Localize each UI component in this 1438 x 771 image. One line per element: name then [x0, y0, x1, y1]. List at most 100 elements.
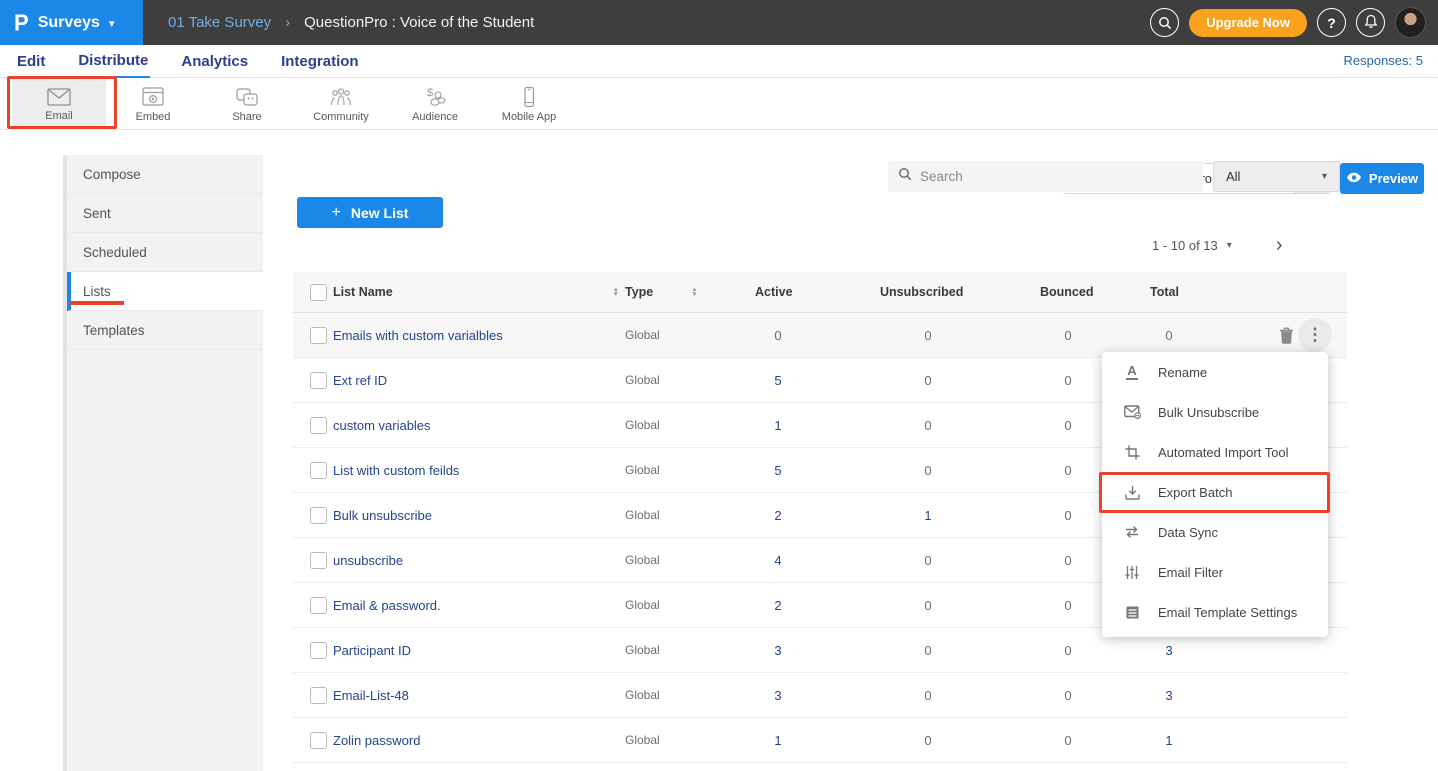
upgrade-now-button[interactable]: Upgrade Now: [1189, 9, 1307, 37]
toolbar-item-share[interactable]: Share: [200, 78, 294, 130]
menu-item-email-filter[interactable]: Email Filter: [1102, 552, 1328, 592]
unsubscribed-count: 0: [880, 418, 976, 433]
sidebar-item-compose[interactable]: Compose: [67, 155, 263, 194]
sort-icon[interactable]: ▲▼: [691, 287, 697, 297]
list-filter-dropdown[interactable]: All ▾: [1213, 161, 1340, 192]
active-count[interactable]: 2: [755, 508, 801, 523]
distribute-toolbar: Email Embed Share Community $ Audience: [0, 78, 1438, 130]
row-checkbox[interactable]: [310, 417, 327, 434]
filter-value: All: [1226, 169, 1240, 184]
sidebar-item-sent[interactable]: Sent: [67, 194, 263, 233]
list-name-link[interactable]: Ext ref ID: [333, 373, 387, 388]
list-name-link[interactable]: List with custom feilds: [333, 463, 459, 478]
sidebar-item-lists[interactable]: Lists: [67, 272, 263, 311]
active-count[interactable]: 1: [755, 418, 801, 433]
active-count[interactable]: 5: [755, 373, 801, 388]
active-count[interactable]: 1: [755, 733, 801, 748]
menu-item-automated-import-tool[interactable]: Automated Import Tool: [1102, 432, 1328, 472]
breadcrumb-separator-icon: ›: [285, 14, 290, 31]
row-menu-button[interactable]: ⋮: [1298, 318, 1332, 352]
header-actions: Upgrade Now ?: [1150, 0, 1426, 45]
unsubscribed-count[interactable]: 1: [880, 508, 976, 523]
column-active: Active: [755, 285, 880, 299]
list-name-link[interactable]: unsubscribe: [333, 553, 403, 568]
table-header: List Name ▲▼ Type ▲▼ Active Unsubscribed…: [293, 272, 1347, 313]
email-icon: [46, 87, 72, 107]
help-button[interactable]: ?: [1317, 8, 1346, 37]
active-count[interactable]: 4: [755, 553, 801, 568]
list-name-link[interactable]: custom variables: [333, 418, 431, 433]
menu-item-bulk-unsubscribe[interactable]: Bulk Unsubscribe: [1102, 392, 1328, 432]
menu-item-data-sync[interactable]: Data Sync: [1102, 512, 1328, 552]
breadcrumb-survey-link[interactable]: 01 Take Survey: [168, 14, 271, 31]
active-count[interactable]: 2: [755, 598, 801, 613]
sort-icon[interactable]: ▲▼: [613, 287, 619, 297]
list-name-link[interactable]: Email-List-48: [333, 688, 409, 703]
row-checkbox[interactable]: [310, 552, 327, 569]
row-checkbox[interactable]: [310, 642, 327, 659]
toolbar-item-audience[interactable]: $ Audience: [388, 78, 482, 130]
delete-list-button[interactable]: [1279, 327, 1294, 344]
email-sidebar: Compose Sent Scheduled Lists Templates: [63, 155, 263, 771]
row-checkbox[interactable]: [310, 597, 327, 614]
total-count: 0: [1150, 328, 1188, 343]
active-count[interactable]: 5: [755, 463, 801, 478]
preview-button[interactable]: Preview: [1340, 163, 1424, 194]
toolbar-label: Community: [313, 111, 369, 123]
tab-distribute[interactable]: Distribute: [76, 45, 150, 78]
tab-integration[interactable]: Integration: [279, 45, 361, 78]
toolbar-item-email[interactable]: Email: [12, 78, 106, 130]
menu-item-email-template-settings[interactable]: Email Template Settings: [1102, 592, 1328, 632]
active-count[interactable]: 3: [755, 688, 801, 703]
bell-icon: [1364, 14, 1378, 32]
menu-item-rename[interactable]: A Rename: [1102, 352, 1328, 392]
sidebar-item-templates[interactable]: Templates: [67, 311, 263, 350]
active-count: 0: [755, 328, 801, 343]
community-icon: [328, 86, 354, 108]
pagination-range: 1 - 10 of 13: [1152, 238, 1218, 253]
tab-analytics[interactable]: Analytics: [179, 45, 250, 78]
unsubscribed-count: 0: [880, 373, 976, 388]
list-name-link[interactable]: Bulk unsubscribe: [333, 508, 432, 523]
list-name-link[interactable]: Zolin password: [333, 733, 420, 748]
notifications-button[interactable]: [1356, 8, 1385, 37]
svg-text:$: $: [427, 87, 433, 99]
unsubscribed-count: 0: [880, 553, 976, 568]
bounced-count: 0: [1040, 418, 1096, 433]
list-name-link[interactable]: Emails with custom varialbles: [333, 328, 503, 343]
table-row: Zolin password Global 1 0 0 1: [293, 718, 1347, 763]
select-all-checkbox[interactable]: [310, 284, 327, 301]
menu-item-export-batch[interactable]: Export Batch: [1102, 472, 1328, 512]
toolbar-item-embed[interactable]: Embed: [106, 78, 200, 130]
global-search-button[interactable]: [1150, 8, 1179, 37]
row-checkbox[interactable]: [310, 507, 327, 524]
product-name: Surveys: [38, 14, 100, 32]
row-checkbox[interactable]: [310, 687, 327, 704]
toolbar-label: Embed: [136, 111, 171, 123]
row-checkbox[interactable]: [310, 462, 327, 479]
pagination: 1 - 10 of 13 ▾ ›: [1152, 234, 1282, 257]
pagination-range-dropdown[interactable]: 1 - 10 of 13 ▾: [1152, 238, 1232, 253]
next-page-button[interactable]: ›: [1276, 234, 1283, 257]
email-filter-icon: [1123, 565, 1141, 580]
responses-count[interactable]: Responses: 5: [1344, 53, 1424, 68]
bounced-count: 0: [1040, 733, 1096, 748]
tab-edit[interactable]: Edit: [15, 45, 47, 78]
surveys-menu-button[interactable]: P Surveys ▾: [0, 0, 143, 45]
user-avatar[interactable]: [1395, 7, 1426, 38]
row-checkbox[interactable]: [310, 732, 327, 749]
active-count[interactable]: 3: [755, 643, 801, 658]
row-checkbox[interactable]: [310, 327, 327, 344]
total-count[interactable]: 3: [1150, 643, 1188, 658]
list-name-link[interactable]: Participant ID: [333, 643, 411, 658]
total-count[interactable]: 1: [1150, 733, 1188, 748]
total-count[interactable]: 3: [1150, 688, 1188, 703]
row-checkbox[interactable]: [310, 372, 327, 389]
sidebar-item-scheduled[interactable]: Scheduled: [67, 233, 263, 272]
toolbar-item-community[interactable]: Community: [294, 78, 388, 130]
list-name-link[interactable]: Email & password.: [333, 598, 441, 613]
new-list-button[interactable]: + New List: [297, 197, 443, 228]
search-input[interactable]: [920, 169, 1170, 184]
top-header: P Surveys ▾ 01 Take Survey › QuestionPro…: [0, 0, 1438, 45]
toolbar-item-mobile-app[interactable]: Mobile App: [482, 78, 576, 130]
